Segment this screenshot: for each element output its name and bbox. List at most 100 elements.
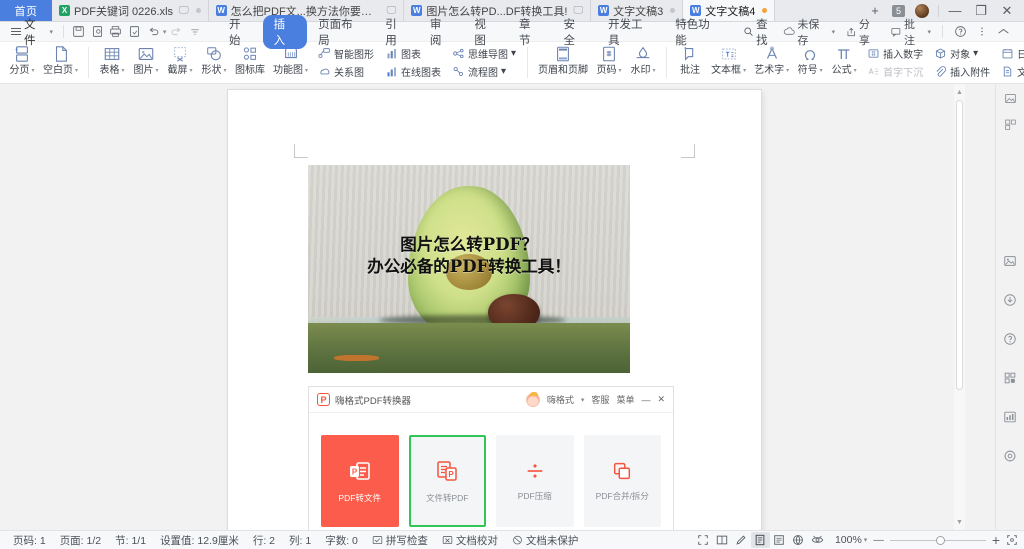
undo-icon[interactable] (144, 23, 163, 41)
zoom-slider-knob[interactable] (935, 535, 945, 545)
document-page[interactable]: 图片怎么转PDF？ 办公必备的PDF转换工具！ P 嗨格式PDF转换器 嗨格式 … (228, 90, 761, 530)
fullscreen-icon[interactable] (694, 532, 713, 548)
tab-page-layout[interactable]: 页面布局 (307, 15, 374, 49)
blank-page-button[interactable]: 空白页 ▾ (39, 42, 82, 83)
picture-tool-icon[interactable] (999, 249, 1021, 273)
hero-image[interactable]: 图片怎么转PDF？ 办公必备的PDF转换工具！ (308, 165, 630, 373)
tile-pdf-to-file[interactable]: P PDF转文件 (321, 435, 399, 527)
app-close-button[interactable]: ✕ (657, 394, 665, 405)
print-preview-icon[interactable] (88, 23, 107, 41)
status-proofread[interactable]: 文档校对 (435, 533, 505, 548)
dual-page-icon[interactable] (713, 532, 732, 548)
print-icon[interactable] (107, 23, 126, 41)
app-service-label[interactable]: 客服 (591, 393, 609, 406)
page-break-button[interactable]: 分页 ▾ (5, 42, 39, 83)
zoom-level-label: 100% (834, 534, 862, 546)
chevron-down-icon[interactable]: ▾ (581, 396, 585, 404)
share-button[interactable]: 分享 (841, 16, 884, 48)
tab-insert[interactable]: 插入 (262, 14, 308, 49)
app-menu-label[interactable]: 菜单 (616, 393, 634, 406)
formula-button[interactable]: 公式 ▾ (827, 42, 861, 83)
scroll-up-icon[interactable]: ▲ (954, 86, 965, 98)
quick-print-icon[interactable] (125, 23, 144, 41)
drop-cap-button[interactable]: 首字下沉 (864, 63, 925, 80)
symbol-label: 符号 (797, 65, 818, 76)
status-protection[interactable]: 文档未保护 (505, 533, 586, 548)
eye-protect-icon[interactable] (808, 532, 827, 548)
comment-button[interactable]: 批注 ▾ (886, 16, 935, 48)
download-icon[interactable] (999, 288, 1021, 312)
relation-chart-button[interactable]: 关系图 (315, 63, 376, 80)
insert-number-button[interactable]: 插入数字 (864, 45, 925, 62)
status-word-count[interactable]: 字数: 0 (318, 533, 365, 548)
thumbnail-panel-icon[interactable] (999, 112, 1021, 136)
image-panel-icon[interactable] (999, 86, 1021, 110)
pen-icon[interactable] (732, 532, 751, 548)
zoom-level-button[interactable]: 100% ▾ (835, 534, 867, 546)
document-canvas[interactable]: 图片怎么转PDF？ 办公必备的PDF转换工具！ P 嗨格式PDF转换器 嗨格式 … (0, 84, 995, 530)
tile-pdf-merge-split[interactable]: PDF合并/拆分 (583, 435, 661, 527)
help-circle-icon[interactable] (999, 327, 1021, 351)
help-button[interactable] (950, 25, 971, 38)
symbol-button[interactable]: 符号 ▾ (793, 42, 827, 83)
status-page-index[interactable]: 页码: 1 (6, 533, 53, 548)
more-options-button[interactable] (973, 25, 991, 38)
outline-view-icon[interactable] (770, 532, 789, 548)
search-button[interactable]: 查找 (743, 16, 778, 48)
tile-file-to-pdf[interactable]: P 文件转PDF (408, 435, 486, 527)
save-icon[interactable] (69, 23, 88, 41)
status-setting-value[interactable]: 设置值: 12.9厘米 (153, 533, 246, 548)
unsaved-status-button[interactable]: 未保存 ▾ (779, 16, 839, 48)
online-chart-button[interactable]: 在线图表 (382, 63, 443, 80)
zoom-slider[interactable] (889, 535, 986, 545)
screenshot-button[interactable]: 截屏 ▾ (163, 42, 197, 83)
settings-gear-icon[interactable] (999, 444, 1021, 468)
tab-security[interactable]: 安全 (553, 15, 598, 49)
zoom-out-button[interactable]: — (873, 534, 884, 546)
spellcheck-icon (372, 535, 383, 546)
object-button[interactable]: 对象 ▾ (931, 45, 992, 62)
tile-pdf-compress[interactable]: PDF压缩 (496, 435, 574, 527)
tab-references[interactable]: 引用 (374, 15, 419, 49)
app-brand-label[interactable]: 嗨格式 (547, 393, 574, 406)
app-minimize-button[interactable]: — (641, 395, 650, 405)
redo-icon[interactable] (166, 23, 185, 41)
file-to-pdf-icon: P (434, 458, 460, 484)
unsaved-label: 未保存 (797, 18, 820, 47)
tab-view[interactable]: 视图 (463, 15, 508, 49)
status-row[interactable]: 行: 2 (246, 533, 282, 548)
customize-toolbar-icon[interactable] (185, 23, 204, 41)
doc-parts-button[interactable]: 文档部件 ▾ (998, 63, 1024, 80)
pdf-converter-screenshot[interactable]: P 嗨格式PDF转换器 嗨格式 ▾ 客服 菜单 — ✕ P PDF转文件 P 文… (308, 386, 674, 530)
tab-developer-tools[interactable]: 开发工具 (597, 15, 664, 49)
tab-review[interactable]: 审阅 (419, 15, 464, 49)
date-button[interactable]: 日期 (998, 45, 1024, 62)
collapse-ribbon-button[interactable] (993, 27, 1014, 36)
page-view-icon[interactable] (750, 532, 770, 548)
table-button[interactable]: 表格 ▾ (95, 42, 129, 83)
status-column[interactable]: 列: 1 (282, 533, 318, 548)
tab-pdf-keywords[interactable]: X PDF关键词 0226.xls 🖵 (52, 0, 209, 21)
zoom-in-button[interactable]: + (992, 532, 1000, 548)
vertical-scrollbar[interactable]: ▲ ▼ (954, 84, 965, 530)
tab-start[interactable]: 开始 (218, 15, 263, 49)
file-menu-button[interactable]: 文件 ▾ (6, 16, 58, 48)
flowchart-button[interactable]: 流程图 ▾ (449, 63, 518, 80)
app-avatar[interactable] (525, 391, 540, 407)
status-section[interactable]: 节: 1/1 (108, 533, 153, 548)
apps-grid-icon[interactable] (999, 366, 1021, 390)
document-workspace: 图片怎么转PDF？ 办公必备的PDF转换工具！ P 嗨格式PDF转换器 嗨格式 … (0, 84, 1024, 530)
picture-button[interactable]: 图片 ▾ (129, 42, 163, 83)
chevron-down-icon: ▾ (819, 68, 823, 74)
tab-special-features[interactable]: 特色功能 (664, 15, 731, 49)
scroll-down-icon[interactable]: ▼ (954, 516, 965, 528)
chart-panel-icon[interactable] (999, 405, 1021, 429)
status-spellcheck[interactable]: 拼写检查 (365, 533, 435, 548)
fit-page-icon[interactable] (1006, 534, 1018, 546)
tab-chapters[interactable]: 章节 (508, 15, 553, 49)
screen-cast-icon[interactable]: 🖵 (179, 5, 189, 16)
web-view-icon[interactable] (789, 532, 808, 548)
status-page-count[interactable]: 页面: 1/2 (53, 533, 108, 548)
scrollbar-thumb[interactable] (956, 100, 963, 390)
attachment-button[interactable]: 插入附件 (931, 63, 992, 80)
